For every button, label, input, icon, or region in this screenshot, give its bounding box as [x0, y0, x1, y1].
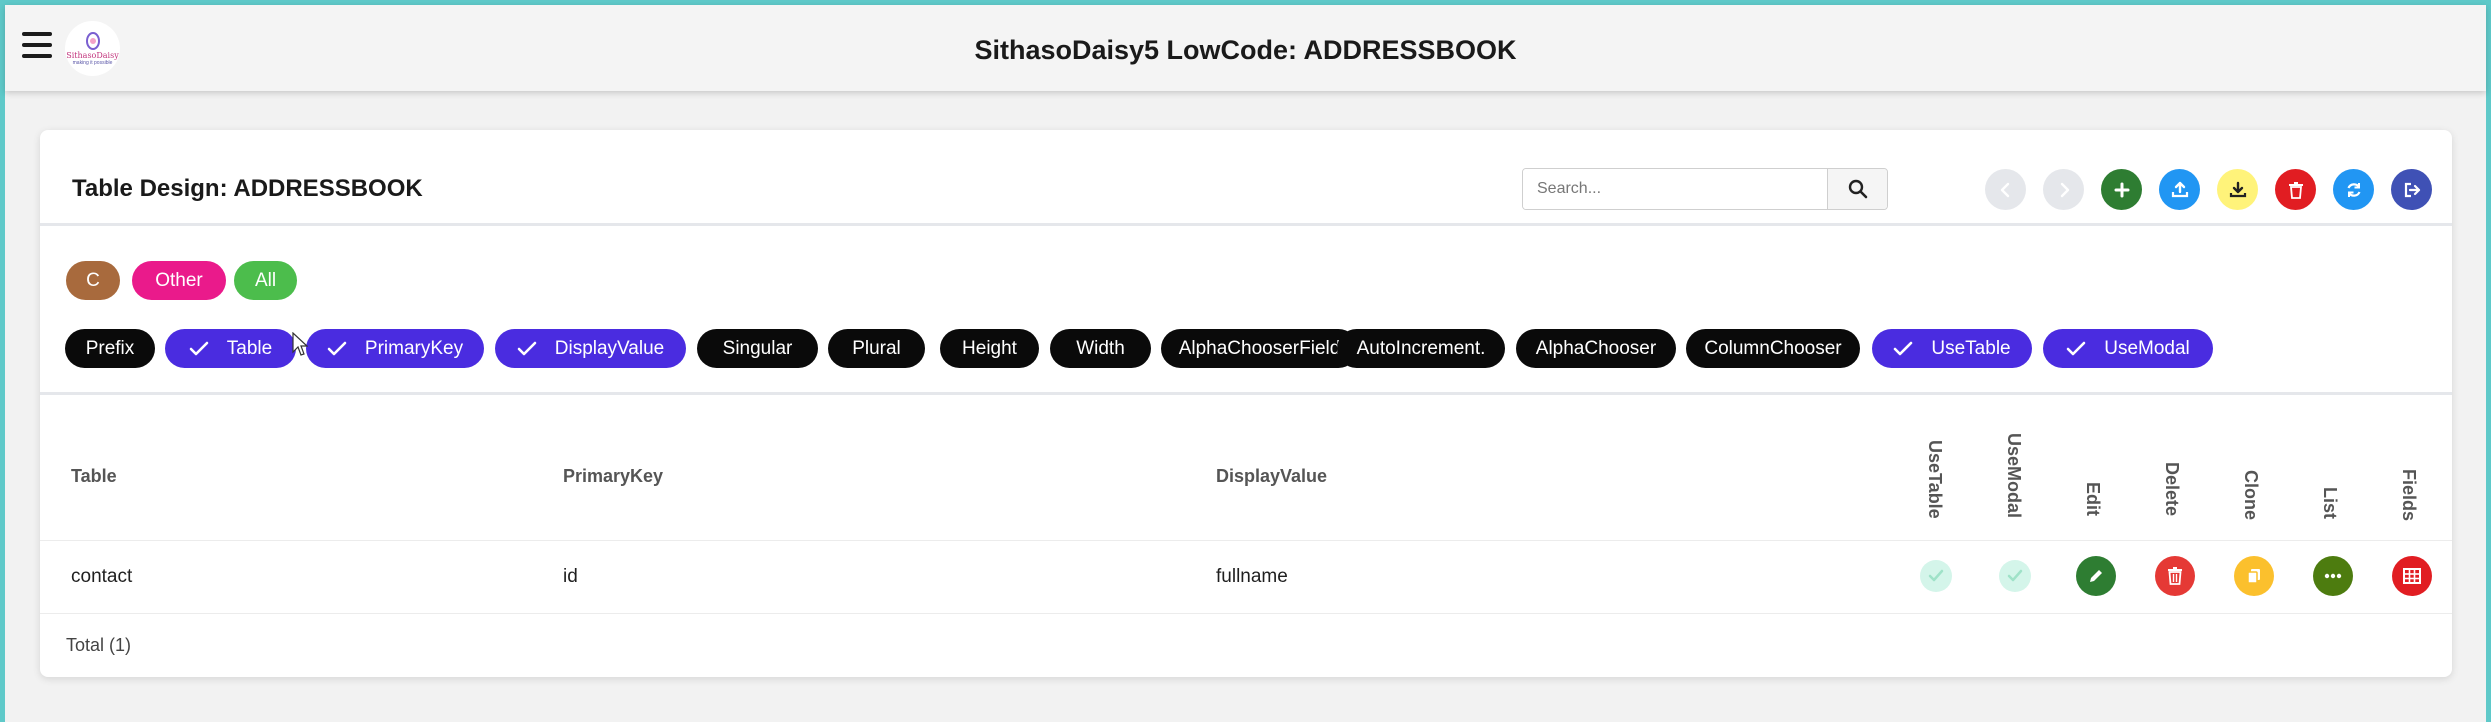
check-icon — [1893, 341, 1913, 357]
column-toggle-label: Table — [226, 337, 273, 359]
header-divider — [40, 223, 2452, 226]
sign-out-icon — [2404, 182, 2420, 197]
top-navbar: SithasoDaisy making it possible SithasoD… — [5, 5, 2486, 91]
header-primary-key[interactable]: PrimaryKey — [563, 466, 663, 487]
column-toggle-label: Singular — [722, 337, 793, 359]
trash-icon — [2288, 181, 2303, 199]
trash-icon — [2168, 567, 2182, 585]
total-count: Total (1) — [66, 635, 132, 655]
header-edit[interactable]: Edit — [2082, 482, 2103, 516]
column-toggle-autoincrement[interactable]: AutoIncrement. — [1337, 329, 1505, 368]
table-grid-icon — [2403, 568, 2421, 584]
column-toggle-primarykey[interactable]: PrimaryKey — [306, 329, 484, 368]
row-divider — [40, 613, 2452, 614]
column-toggle-plural[interactable]: Plural — [828, 329, 925, 368]
use-table-checkbox[interactable] — [1920, 560, 1952, 592]
column-toggle-label: Plural — [852, 337, 901, 359]
exit-button[interactable] — [2391, 169, 2432, 210]
check-icon — [327, 341, 347, 357]
check-icon — [189, 341, 209, 357]
column-toggle-label: Height — [962, 337, 1017, 359]
column-toggle-columnchooser[interactable]: ColumnChooser — [1686, 329, 1860, 368]
header-display-value[interactable]: DisplayValue — [1216, 466, 1327, 487]
column-toggle-label: PrimaryKey — [364, 337, 464, 359]
clone-button[interactable] — [2234, 556, 2274, 596]
column-toggle-label: AlphaChooser — [1535, 337, 1657, 359]
column-toggle-height[interactable]: Height — [940, 329, 1039, 368]
column-toggle-usetable[interactable]: UseTable — [1872, 329, 2032, 368]
delete-button[interactable] — [2155, 556, 2195, 596]
header-table[interactable]: Table — [71, 466, 117, 487]
header-use-modal[interactable]: UseModal — [2003, 433, 2024, 518]
header-list[interactable]: List — [2319, 487, 2340, 519]
upload-button[interactable] — [2159, 169, 2200, 210]
column-toggle-singular[interactable]: Singular — [697, 329, 818, 368]
column-toggle-alphachooserfield[interactable]: AlphaChooserField — [1161, 329, 1358, 368]
cell-primary-key: id — [563, 566, 578, 587]
header-use-table[interactable]: UseTable — [1924, 440, 1945, 519]
check-icon — [2007, 569, 2023, 582]
copy-icon — [2247, 569, 2260, 584]
pencil-icon — [2090, 570, 2102, 582]
search-button[interactable] — [1827, 169, 1887, 209]
table-design-card: Table Design: ADDRESSBOOK C Other All Pref… — [40, 130, 2452, 677]
plus-icon — [2114, 182, 2129, 197]
column-toggle-usemodal[interactable]: UseModal — [2043, 329, 2213, 368]
column-toggle-table[interactable]: Table — [165, 329, 296, 368]
app-title: SithasoDaisy5 LowCode: ADDRESSBOOK — [974, 35, 1517, 65]
column-toggle-alphachooser[interactable]: AlphaChooser — [1516, 329, 1676, 368]
chevron-right-icon — [2060, 182, 2069, 197]
cell-table: contact — [71, 566, 133, 587]
column-toggle-label: UseModal — [2104, 337, 2190, 359]
header-clone[interactable]: Clone — [2240, 470, 2261, 520]
edit-button[interactable] — [2076, 556, 2116, 596]
forward-button[interactable] — [2043, 169, 2084, 210]
ellipsis-icon — [2324, 573, 2342, 579]
download-button[interactable] — [2217, 169, 2258, 210]
check-icon — [1928, 569, 1944, 582]
filter-badge-label: Other — [155, 269, 203, 291]
search-icon — [1848, 179, 1867, 199]
header-row-divider — [40, 540, 2452, 541]
back-button[interactable] — [1985, 169, 2026, 210]
column-toggle-label: AutoIncrement. — [1356, 337, 1486, 359]
column-toggle-label: UseTable — [1931, 337, 2011, 359]
filter-badge-label: All — [254, 269, 277, 291]
cell-display-value: fullname — [1216, 566, 1288, 587]
column-toggle-label: Prefix — [85, 337, 135, 359]
use-modal-checkbox[interactable] — [1999, 560, 2031, 592]
column-toggle-label: ColumnChooser — [1704, 337, 1842, 359]
filter-badge-c[interactable]: C — [66, 261, 120, 300]
filter-badge-label: C — [86, 269, 100, 291]
filter-badge-other[interactable]: Other — [132, 261, 226, 300]
column-toggle-label: DisplayValue — [554, 337, 665, 359]
check-icon — [2066, 341, 2086, 357]
fields-button[interactable] — [2392, 556, 2432, 596]
download-icon — [2229, 181, 2246, 197]
column-toggle-label: Width — [1076, 337, 1125, 359]
card-title: Table Design: ADDRESSBOOK — [72, 175, 423, 202]
column-toggle-displayvalue[interactable]: DisplayValue — [495, 329, 686, 368]
refresh-button[interactable] — [2333, 169, 2374, 210]
filters-divider — [40, 392, 2452, 395]
column-toggle-label: AlphaChooserField — [1178, 337, 1341, 359]
list-button[interactable] — [2313, 556, 2353, 596]
header-delete[interactable]: Delete — [2161, 462, 2182, 516]
search-box — [1522, 168, 1888, 210]
column-toggle-prefix[interactable]: Prefix — [65, 329, 155, 368]
check-icon — [517, 341, 537, 357]
chevron-left-icon — [2000, 182, 2009, 197]
refresh-icon — [2346, 182, 2361, 197]
add-button[interactable] — [2101, 169, 2142, 210]
upload-icon — [2171, 181, 2188, 197]
delete-all-button[interactable] — [2275, 169, 2316, 210]
filter-badge-all[interactable]: All — [234, 261, 297, 300]
header-fields[interactable]: Fields — [2398, 469, 2419, 521]
mouse-cursor-icon — [292, 332, 308, 356]
search-input[interactable] — [1523, 169, 1827, 209]
column-toggle-width[interactable]: Width — [1050, 329, 1151, 368]
